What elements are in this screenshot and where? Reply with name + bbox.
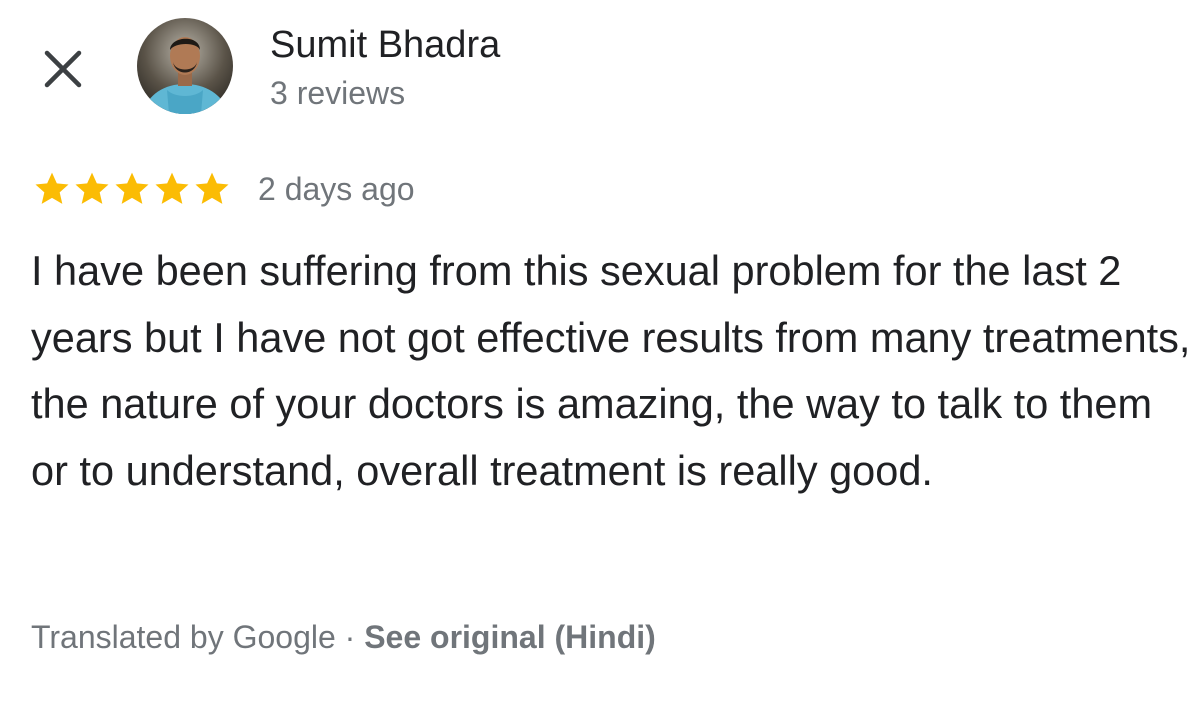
translation-info: Translated by Google · See original (Hin… bbox=[31, 614, 656, 660]
avatar[interactable] bbox=[137, 18, 233, 114]
close-button[interactable] bbox=[38, 44, 88, 94]
star-icon bbox=[75, 172, 109, 204]
star-rating bbox=[32, 169, 232, 209]
review-count[interactable]: 3 reviews bbox=[270, 73, 405, 113]
reviewer-name[interactable]: Sumit Bhadra bbox=[270, 22, 500, 68]
translated-by-label: Translated by Google bbox=[31, 619, 336, 655]
star-icon bbox=[195, 172, 229, 204]
review-text: I have been suffering from this sexual p… bbox=[31, 247, 1191, 494]
star-icon bbox=[35, 172, 69, 204]
separator: · bbox=[344, 619, 356, 655]
close-icon bbox=[44, 50, 82, 88]
star-icon bbox=[115, 172, 149, 204]
profile-photo bbox=[137, 18, 233, 114]
star-icon bbox=[155, 172, 189, 204]
rating-row: 2 days ago bbox=[32, 166, 415, 212]
review-date: 2 days ago bbox=[258, 170, 415, 207]
see-original-link[interactable]: See original (Hindi) bbox=[364, 619, 656, 655]
